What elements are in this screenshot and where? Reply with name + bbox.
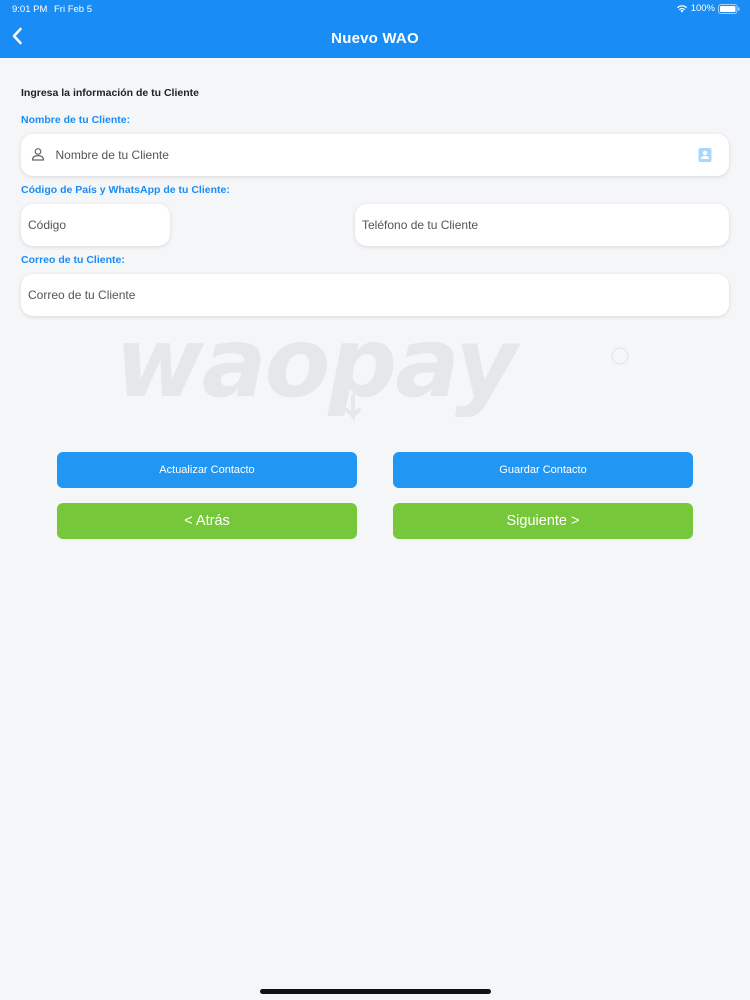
battery-percentage: 100%	[690, 3, 715, 14]
country-code-field[interactable]	[21, 204, 170, 246]
phone-label: Código de País y WhatsApp de tu Cliente:	[21, 184, 230, 196]
status-bar: 9:01 PM Fri Feb 5 100%	[0, 0, 750, 18]
wifi-icon	[676, 4, 688, 13]
name-field[interactable]	[21, 134, 729, 176]
status-date: Fri Feb 5	[54, 4, 93, 15]
home-indicator	[260, 989, 491, 994]
battery-icon	[718, 3, 740, 14]
person-icon	[31, 147, 46, 163]
name-label: Nombre de tu Cliente:	[21, 114, 131, 126]
email-field[interactable]	[21, 274, 729, 316]
email-label: Correo de tu Cliente:	[21, 254, 125, 266]
form-instructions: Ingresa la información de tu Cliente	[21, 87, 199, 99]
status-time: 9:01 PM	[12, 4, 48, 15]
back-step-button[interactable]: < Atrás	[57, 503, 357, 539]
save-contact-button[interactable]: Guardar Contacto	[393, 452, 693, 488]
waopay-watermark-logo: waopay	[115, 307, 635, 428]
phone-field[interactable]	[355, 204, 729, 246]
app-header: 9:01 PM Fri Feb 5 100% Nuevo WAO	[0, 0, 750, 58]
page-title: Nuevo WAO	[331, 30, 419, 47]
next-step-button[interactable]: Siguiente >	[393, 503, 693, 539]
svg-text:waopay: waopay	[115, 318, 521, 419]
contacts-book-icon[interactable]	[697, 147, 713, 163]
name-input[interactable]	[55, 148, 697, 162]
status-indicators: 100%	[676, 3, 740, 14]
email-input[interactable]	[28, 288, 729, 302]
update-contact-button[interactable]: Actualizar Contacto	[57, 452, 357, 488]
phone-input[interactable]	[362, 218, 729, 232]
country-code-input[interactable]	[28, 218, 170, 232]
